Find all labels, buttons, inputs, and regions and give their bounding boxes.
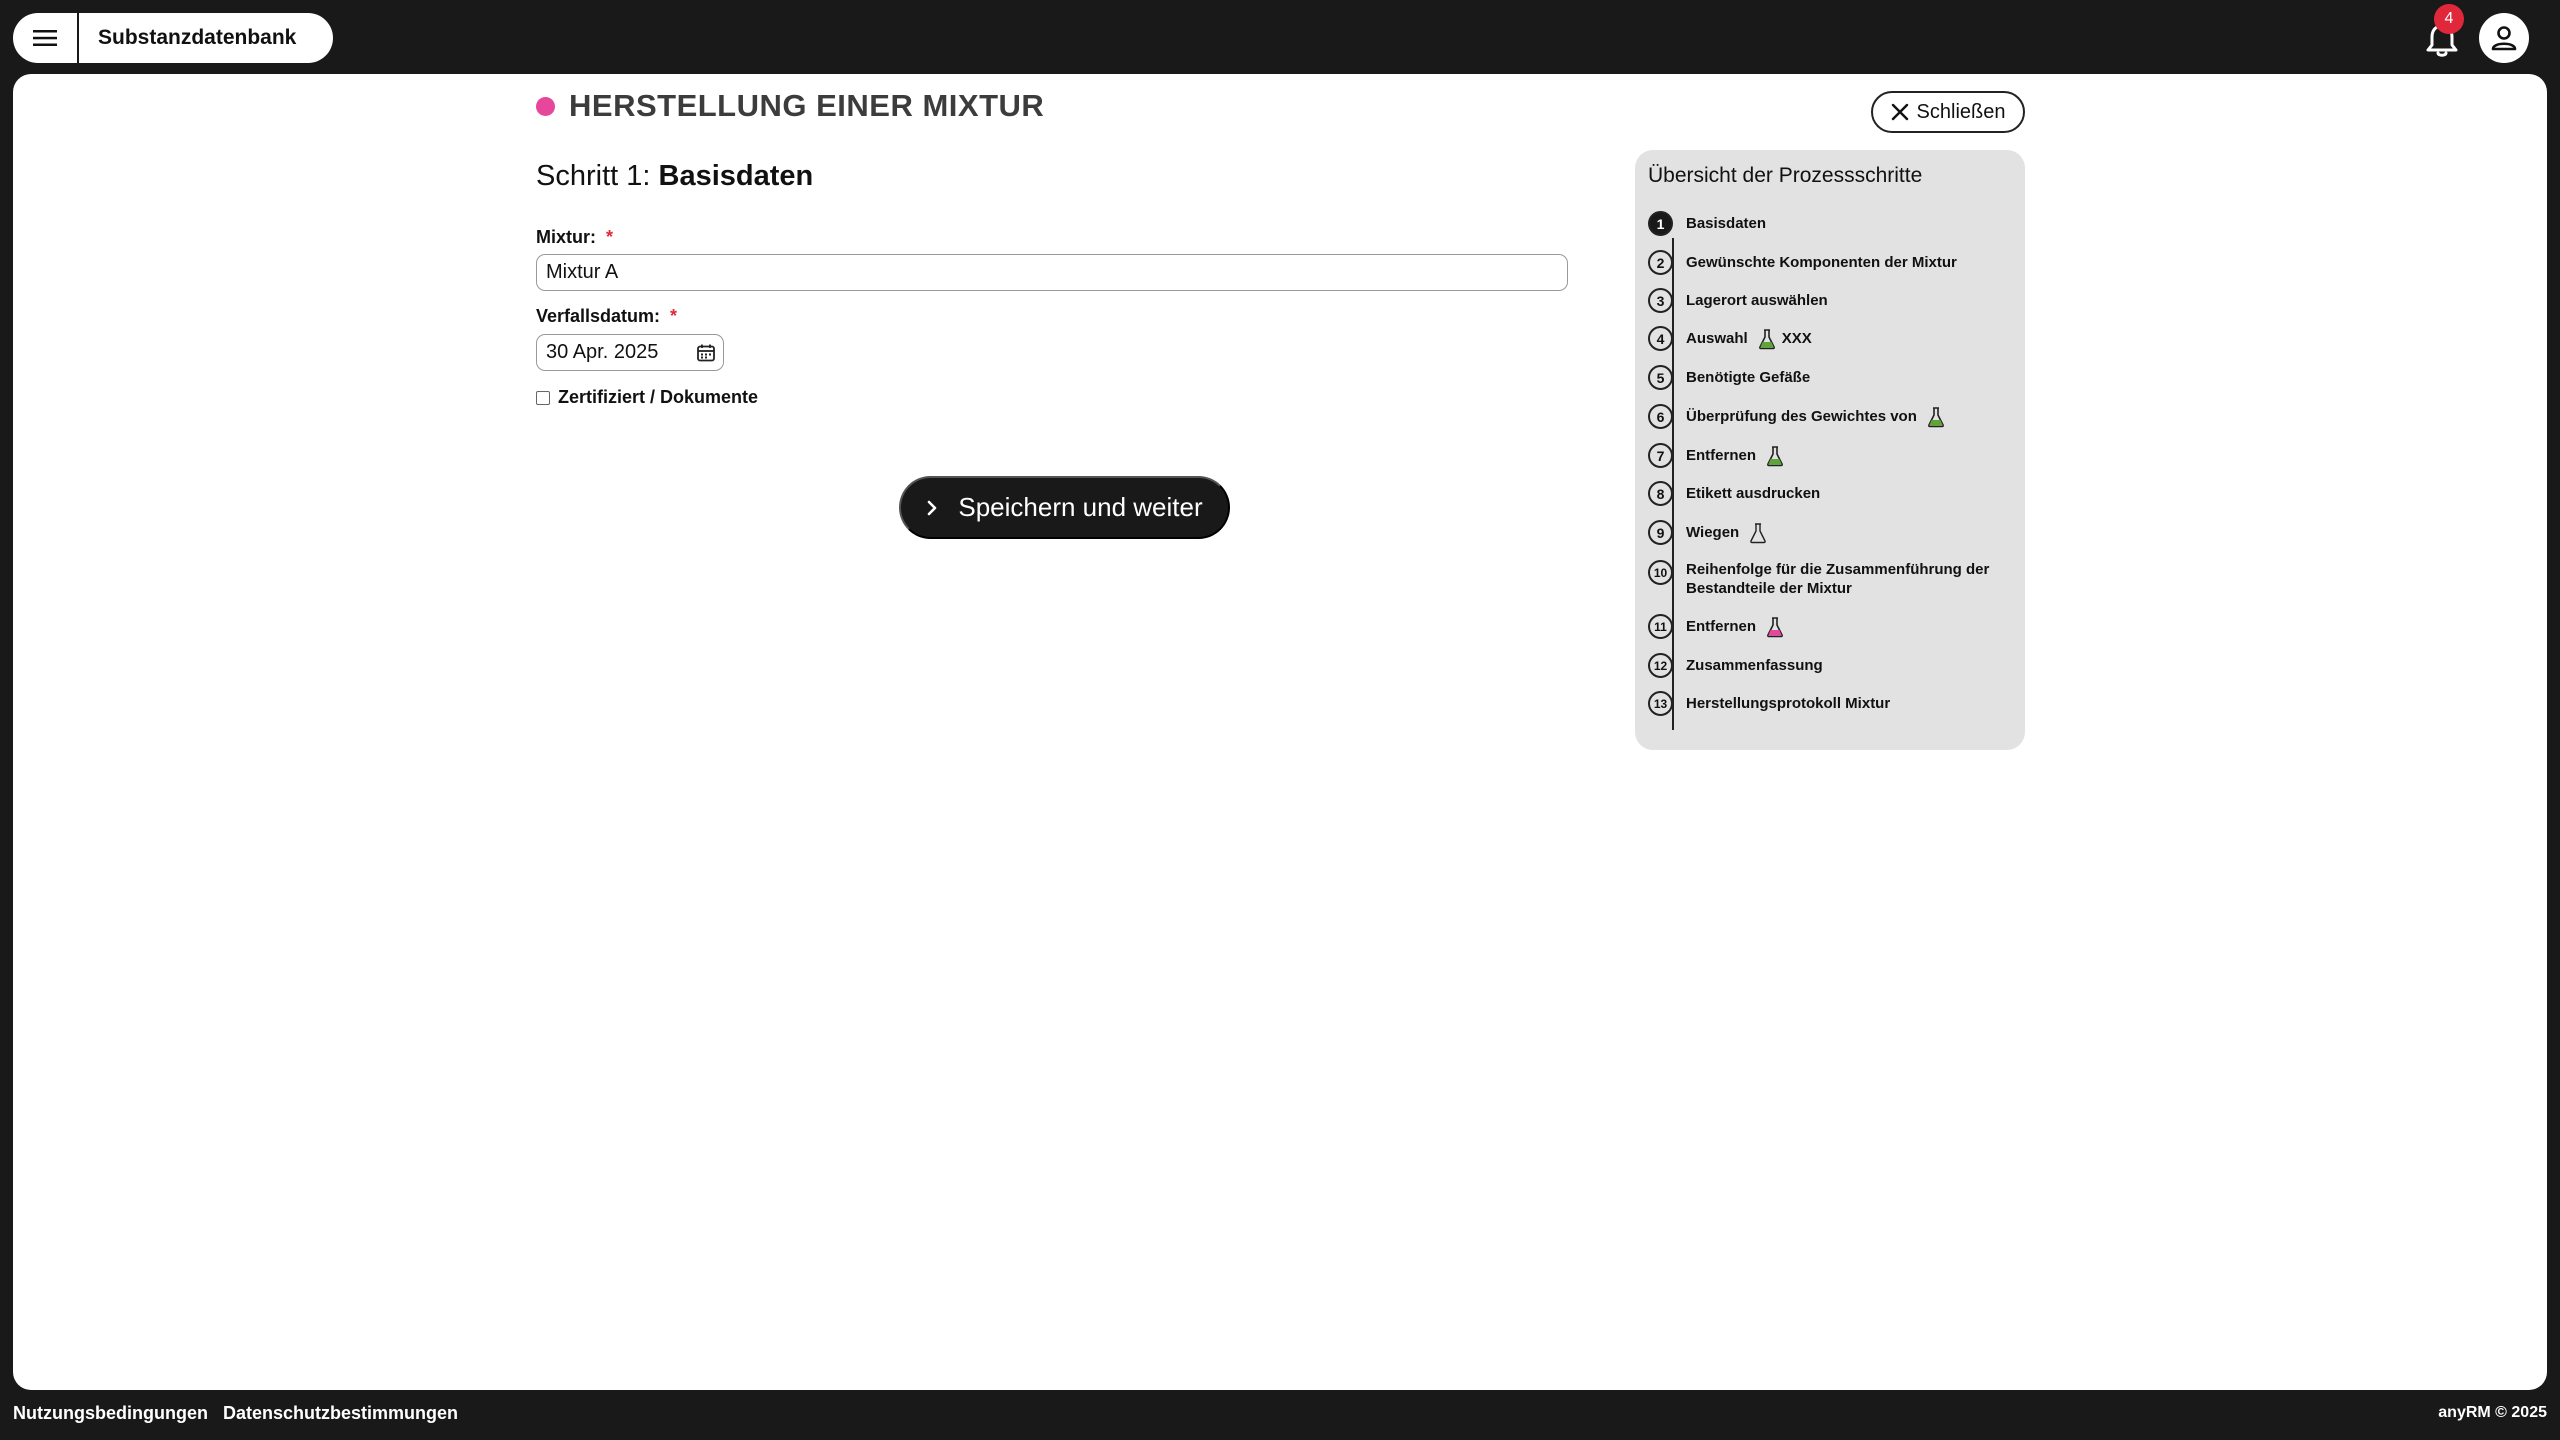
overview-step[interactable]: 6 Überprüfung des Gewichtes von [1648, 404, 1945, 429]
step-label-wrapper: Entfernen [1686, 616, 1784, 638]
top-bar: Substanzdatenbank 4 [0, 0, 2560, 74]
menu-button[interactable] [13, 13, 79, 63]
notification-count-badge: 4 [2434, 4, 2464, 34]
step-label: Entfernen [1686, 618, 1757, 635]
step-prefix: Schritt 1: [536, 160, 651, 192]
step-label: Auswahl [1686, 330, 1748, 347]
user-icon [2491, 26, 2517, 51]
flask-empty-icon [1750, 522, 1767, 543]
overview-step[interactable]: 4 Auswahl XXX [1648, 326, 1812, 351]
certified-label: Zertifiziert / Dokumente [558, 387, 759, 407]
step-label: Etikett ausdrucken [1686, 485, 1821, 502]
step-number: 3 [1648, 288, 1673, 313]
step-number: 11 [1648, 614, 1673, 639]
required-marker: * [606, 227, 614, 247]
overview-title: Übersicht der Prozessschritte [1648, 164, 1923, 187]
step-number: 1 [1648, 211, 1673, 236]
hamburger-icon [33, 30, 57, 46]
overview-step[interactable]: 13 Herstellungsprotokoll Mixtur [1648, 691, 1890, 716]
main-card: HERSTELLUNG EINER MIXTUR Schließen Schri… [13, 74, 2547, 1390]
step-extra-text: XXX [1781, 330, 1812, 347]
step-label: Überprüfung des Gewichtes von [1686, 408, 1917, 425]
step-number: 6 [1648, 404, 1673, 429]
expiry-label: Verfallsdatum: * [536, 306, 677, 327]
overview-step[interactable]: 12 Zusammenfassung [1648, 653, 1823, 678]
step-label: Lagerort auswählen [1686, 292, 1828, 309]
overview-step[interactable]: 10 Reihenfolge für die Zusammenführung d… [1648, 560, 1996, 598]
step-label-wrapper: Überprüfung des Gewichtes von [1686, 406, 1945, 428]
expiry-label-text: Verfallsdatum: [536, 306, 661, 326]
certified-checkbox-row: Zertifiziert / Dokumente [536, 387, 758, 408]
expiry-date-input[interactable]: 30 Apr. 2025 [536, 334, 724, 371]
step-number: 4 [1648, 326, 1673, 351]
save-and-continue-button[interactable]: Speichern und weiter [899, 476, 1230, 539]
close-button-label: Schließen [1916, 100, 2006, 123]
overview-step[interactable]: 11 Entfernen [1648, 614, 1784, 639]
step-label: Zusammenfassung [1686, 657, 1823, 674]
step-number: 10 [1648, 560, 1673, 585]
close-button[interactable]: Schließen [1871, 91, 2025, 133]
mixture-label-text: Mixtur: [536, 227, 596, 247]
save-button-label: Speichern und weiter [958, 492, 1203, 522]
app-title[interactable]: Substanzdatenbank [79, 26, 296, 50]
certified-checkbox[interactable] [536, 390, 550, 405]
flask-green-icon [1758, 328, 1775, 349]
flask-pink-icon [1767, 616, 1783, 637]
step-label: Benötigte Gefäße [1686, 369, 1811, 386]
step-label: Basisdaten [1686, 215, 1767, 232]
page-header: HERSTELLUNG EINER MIXTUR [536, 88, 1044, 124]
flask-green-icon [1927, 406, 1944, 427]
step-label: Reihenfolge für die Zusammenführung der … [1686, 561, 1990, 597]
step-label-wrapper: Wiegen [1686, 522, 1767, 544]
step-number: 7 [1648, 443, 1673, 468]
copyright-text: anyRM © 2025 [2438, 1404, 2547, 1421]
step-heading: Schritt 1: Basisdaten [536, 160, 813, 193]
step-name: Basisdaten [658, 160, 814, 192]
status-dot [536, 96, 555, 116]
overview-step[interactable]: 5 Benötigte Gefäße [1648, 365, 1810, 390]
privacy-link[interactable]: Datenschutzbestimmungen [223, 1403, 458, 1424]
chevron-right-icon [928, 500, 937, 515]
overview-step[interactable]: 1 Basisdaten [1648, 211, 1766, 236]
app-switcher: Substanzdatenbank [13, 13, 333, 63]
terms-link[interactable]: Nutzungsbedingungen [13, 1403, 208, 1424]
overview-step[interactable]: 2 Gewünschte Komponenten der Mixtur [1648, 250, 1957, 275]
overview-step[interactable]: 8 Etikett ausdrucken [1648, 481, 1820, 506]
calendar-icon[interactable] [696, 343, 716, 363]
step-label: Gewünschte Komponenten der Mixtur [1686, 254, 1957, 271]
step-label: Herstellungsprotokoll Mixtur [1686, 695, 1891, 712]
step-number: 9 [1648, 520, 1673, 545]
flask-green-icon [1767, 445, 1783, 466]
overview-step[interactable]: 7 Entfernen [1648, 443, 1784, 468]
step-number: 13 [1648, 691, 1673, 716]
step-number: 8 [1648, 481, 1673, 506]
step-number: 12 [1648, 653, 1673, 678]
step-label-wrapper: Entfernen [1686, 445, 1784, 467]
overview-step[interactable]: 3 Lagerort auswählen [1648, 288, 1828, 313]
step-label: Wiegen [1686, 524, 1740, 541]
page-title: HERSTELLUNG EINER MIXTUR [569, 88, 1045, 123]
mixture-input[interactable]: Mixtur A [536, 254, 1568, 291]
user-menu-button[interactable] [2479, 13, 2529, 63]
required-marker: * [670, 306, 678, 326]
step-number: 2 [1648, 250, 1673, 275]
close-icon [1891, 103, 1908, 121]
process-overview-panel: Übersicht der Prozessschritte 1 Basisdat… [1635, 150, 2025, 750]
overview-step[interactable]: 9 Wiegen [1648, 520, 1767, 545]
step-label-wrapper: Auswahl XXX [1686, 328, 1812, 350]
mixture-label: Mixtur: * [536, 227, 613, 248]
expiry-date-value: 30 Apr. 2025 [546, 341, 659, 363]
mixture-input-value: Mixtur A [546, 261, 619, 283]
step-number: 5 [1648, 365, 1673, 390]
step-label: Entfernen [1686, 447, 1757, 464]
